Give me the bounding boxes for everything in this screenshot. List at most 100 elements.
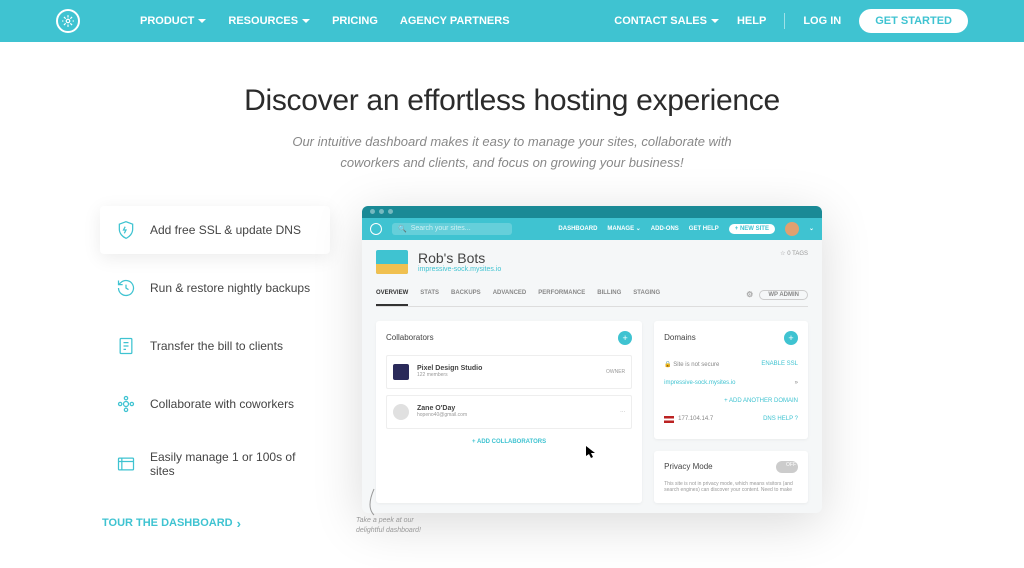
- nav-login[interactable]: LOG IN: [803, 15, 841, 27]
- search-input[interactable]: 🔍Search your sites...: [392, 223, 512, 235]
- logo-icon[interactable]: [56, 9, 80, 33]
- collab-name: Zane O'Day: [417, 405, 467, 412]
- secure-status: 🔒 Site is not secure: [664, 361, 719, 368]
- domains-panel: Domains+ 🔒 Site is not secureENABLE SSL …: [654, 321, 808, 439]
- enable-ssl-link[interactable]: ENABLE SSL: [761, 361, 798, 368]
- add-another-domain-link[interactable]: + ADD ANOTHER DOMAIN: [724, 398, 798, 404]
- feature-collaborate[interactable]: Collaborate with coworkers: [100, 380, 330, 428]
- nav-resources[interactable]: RESOURCES: [228, 15, 310, 27]
- avatar[interactable]: [785, 222, 799, 236]
- content-area: Add free SSL & update DNS Run & restore …: [0, 206, 1024, 531]
- team-icon: [114, 392, 138, 416]
- sites-icon: [114, 452, 138, 476]
- dashboard-preview-wrapper: 🔍Search your sites... DASHBOARD MANAGE ⌄…: [362, 206, 924, 513]
- panel-title: Collaborators: [386, 333, 434, 342]
- collab-sub: 122 members: [417, 372, 482, 378]
- feature-label: Run & restore nightly backups: [150, 281, 310, 295]
- chevron-down-icon: ⌄: [809, 225, 814, 232]
- hero-section: Discover an effortless hosting experienc…: [0, 84, 1024, 174]
- site-url[interactable]: impressive-sock.mysites.io: [418, 266, 501, 273]
- site-header: Rob's Bots impressive-sock.mysites.io ☆ …: [376, 250, 808, 274]
- chevron-right-icon: ›: [237, 516, 241, 531]
- dash-nav-dashboard[interactable]: DASHBOARD: [558, 226, 597, 232]
- feature-manage-sites[interactable]: Easily manage 1 or 100s of sites: [100, 438, 330, 490]
- feature-label: Transfer the bill to clients: [150, 339, 283, 353]
- top-navigation-bar: PRODUCT RESOURCES PRICING AGENCY PARTNER…: [0, 0, 1024, 42]
- feature-list: Add free SSL & update DNS Run & restore …: [100, 206, 330, 531]
- tags-label[interactable]: ☆ 0 TAGS: [780, 250, 808, 257]
- more-icon[interactable]: ···: [620, 409, 625, 415]
- arrow-icon: »: [795, 380, 798, 386]
- cursor-icon: [586, 446, 596, 458]
- add-domain-icon[interactable]: +: [784, 331, 798, 345]
- privacy-panel: Privacy Mode This site is not in privacy…: [654, 451, 808, 503]
- collaborator-row[interactable]: Zane O'Dayhopeno40@gmail.com ···: [386, 395, 632, 429]
- restore-icon: [114, 276, 138, 300]
- ip-address: 177.104.14.7: [678, 416, 713, 422]
- nav-help[interactable]: HELP: [737, 15, 766, 27]
- gear-icon[interactable]: ⚙: [746, 290, 753, 299]
- nav-contact-sales[interactable]: CONTACT SALES: [614, 15, 719, 27]
- panel-title: Privacy Mode: [664, 462, 712, 471]
- feature-ssl-dns[interactable]: Add free SSL & update DNS: [100, 206, 330, 254]
- window-chrome: [362, 206, 822, 218]
- tab-performance[interactable]: PERFORMANCE: [538, 290, 585, 300]
- tab-overview[interactable]: OVERVIEW: [376, 290, 408, 306]
- nav-pricing[interactable]: PRICING: [332, 15, 378, 27]
- chevron-down-icon: [198, 19, 206, 23]
- feature-label: Collaborate with coworkers: [150, 397, 294, 411]
- new-site-button[interactable]: + NEW SITE: [729, 224, 775, 234]
- dash-nav-addons[interactable]: ADD-ONS: [651, 226, 679, 232]
- chevron-down-icon: [711, 19, 719, 23]
- tour-dashboard-link[interactable]: TOUR THE DASHBOARD›: [100, 516, 330, 531]
- collab-sub: hopeno40@gmail.com: [417, 412, 467, 418]
- panel-title: Domains: [664, 333, 696, 342]
- chevron-down-icon: [302, 19, 310, 23]
- collab-role: OWNER: [606, 369, 625, 375]
- privacy-toggle[interactable]: [776, 461, 798, 473]
- tab-billing[interactable]: BILLING: [597, 290, 621, 300]
- nav-left: PRODUCT RESOURCES PRICING AGENCY PARTNER…: [140, 15, 510, 27]
- feature-label: Easily manage 1 or 100s of sites: [150, 450, 316, 478]
- dashboard-preview: 🔍Search your sites... DASHBOARD MANAGE ⌄…: [362, 206, 822, 513]
- org-avatar-icon: [393, 364, 409, 380]
- add-collaborator-icon[interactable]: +: [618, 331, 632, 345]
- collaborator-row[interactable]: Pixel Design Studio122 members OWNER: [386, 355, 632, 389]
- user-avatar-icon: [393, 404, 409, 420]
- tab-backups[interactable]: BACKUPS: [451, 290, 481, 300]
- dashboard-nav: DASHBOARD MANAGE ⌄ ADD-ONS GET HELP + NE…: [558, 222, 814, 236]
- collab-name: Pixel Design Studio: [417, 365, 482, 372]
- site-thumbnail: [376, 250, 408, 274]
- tab-advanced[interactable]: ADVANCED: [493, 290, 527, 300]
- privacy-description: This site is not in privacy mode, which …: [664, 481, 798, 493]
- dashboard-logo-icon[interactable]: [370, 223, 382, 235]
- receipt-icon: [114, 334, 138, 358]
- arrow-annotation-icon: [364, 487, 384, 517]
- collaborators-panel: Collaborators + Pixel Design Studio122 me…: [376, 321, 642, 503]
- nav-product[interactable]: PRODUCT: [140, 15, 206, 27]
- hero-subtitle: Our intuitive dashboard makes it easy to…: [262, 132, 762, 174]
- dash-nav-help[interactable]: GET HELP: [689, 226, 719, 232]
- dashboard-body: Rob's Bots impressive-sock.mysites.io ☆ …: [362, 240, 822, 513]
- nav-agency-partners[interactable]: AGENCY PARTNERS: [400, 15, 510, 27]
- dashboard-topbar: 🔍Search your sites... DASHBOARD MANAGE ⌄…: [362, 218, 822, 240]
- site-name: Rob's Bots: [418, 250, 501, 266]
- feature-label: Add free SSL & update DNS: [150, 223, 301, 237]
- hero-title: Discover an effortless hosting experienc…: [0, 84, 1024, 118]
- annotation-note: Take a peek at our delightful dashboard!: [356, 516, 436, 534]
- divider: [784, 13, 785, 29]
- nav-right: CONTACT SALES HELP LOG IN GET STARTED: [614, 9, 968, 33]
- site-tabs: OVERVIEW STATS BACKUPS ADVANCED PERFORMA…: [376, 290, 808, 307]
- domain-url[interactable]: impressive-sock.mysites.io: [664, 380, 735, 386]
- dns-help-link[interactable]: DNS HELP ?: [763, 416, 798, 423]
- feature-transfer-bill[interactable]: Transfer the bill to clients: [100, 322, 330, 370]
- get-started-button[interactable]: GET STARTED: [859, 9, 968, 33]
- feature-backups[interactable]: Run & restore nightly backups: [100, 264, 330, 312]
- wp-admin-button[interactable]: WP ADMIN: [759, 290, 808, 300]
- shield-icon: [114, 218, 138, 242]
- search-icon: 🔍: [398, 225, 407, 233]
- tab-staging[interactable]: STAGING: [633, 290, 660, 300]
- tab-stats[interactable]: STATS: [420, 290, 439, 300]
- dash-nav-manage[interactable]: MANAGE ⌄: [607, 225, 640, 232]
- flag-icon: [664, 416, 674, 423]
